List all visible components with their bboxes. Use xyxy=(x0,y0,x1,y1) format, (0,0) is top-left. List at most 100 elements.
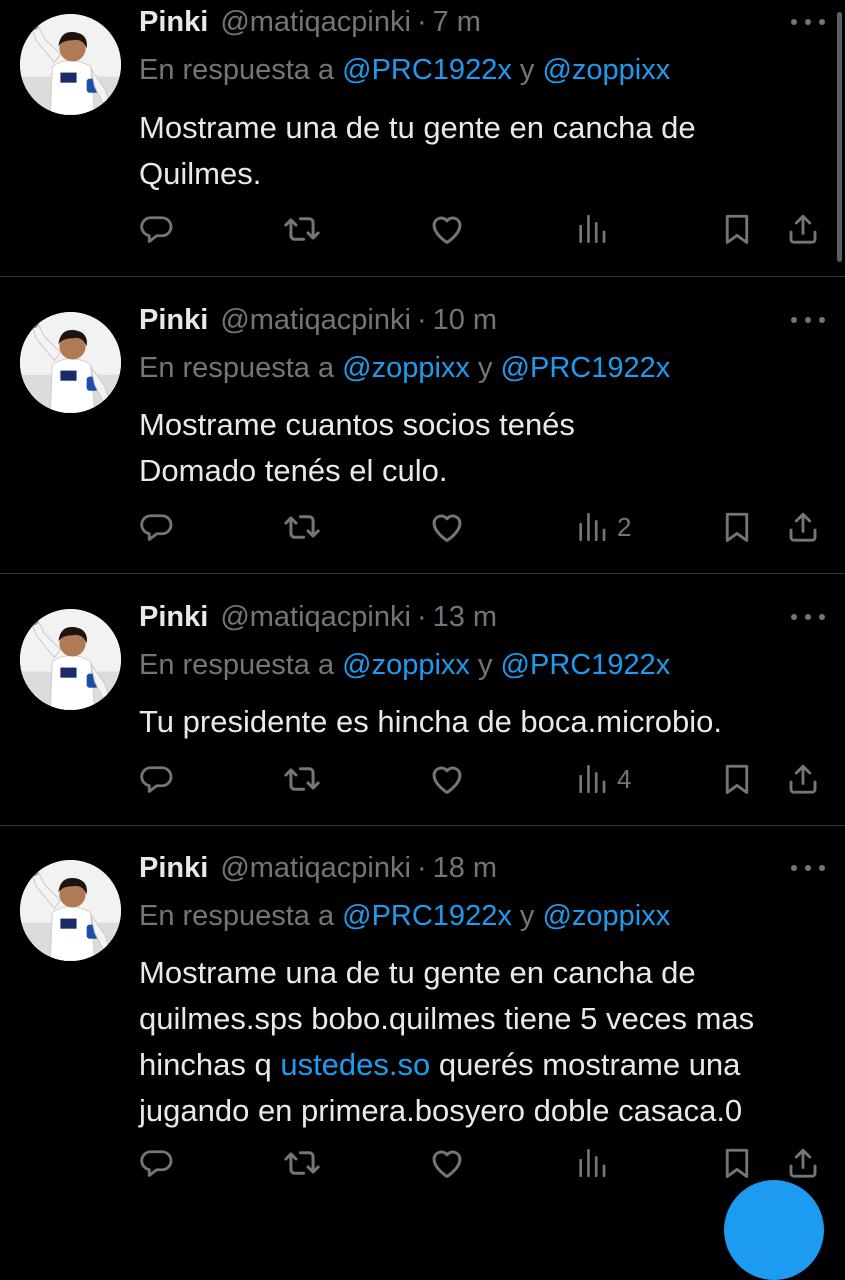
reply-and: y xyxy=(469,352,501,384)
reply-context: En respuesta a @PRC1922x y @zoppixx xyxy=(139,50,670,90)
display-name[interactable]: Pinki xyxy=(139,848,208,888)
timestamp[interactable]: 10 m xyxy=(433,300,497,340)
more-horizontal-icon[interactable] xyxy=(791,306,825,334)
avatar[interactable] xyxy=(20,609,121,710)
share-upload-icon xyxy=(785,761,821,797)
mention-link[interactable]: @PRC1922x xyxy=(501,352,671,384)
tweet-3[interactable]: Pinki @matiqacpinki · 13 m En respuesta … xyxy=(0,595,845,826)
more-horizontal-icon[interactable] xyxy=(791,854,825,882)
bookmark-button[interactable] xyxy=(719,759,755,799)
separator-dot: · xyxy=(416,304,427,336)
retweet-button[interactable] xyxy=(283,507,321,547)
views-button[interactable]: 2 xyxy=(575,507,631,547)
tweet-actions: 2 xyxy=(0,507,845,547)
views-button[interactable]: 4 xyxy=(575,759,631,799)
views-bar-chart-icon xyxy=(575,212,609,246)
user-handle[interactable]: @matiqacpinki xyxy=(220,300,411,340)
views-bar-chart-icon xyxy=(575,510,609,544)
tweet-header: Pinki @matiqacpinki · 18 m xyxy=(139,848,497,888)
reply-and: y xyxy=(469,649,501,681)
reply-button[interactable] xyxy=(138,507,174,547)
reply-prefix: En respuesta a xyxy=(139,352,343,384)
like-button[interactable] xyxy=(428,507,466,547)
mention-link[interactable]: @PRC1922x xyxy=(501,649,671,681)
display-name[interactable]: Pinki xyxy=(139,300,208,340)
avatar[interactable] xyxy=(20,860,121,961)
heart-icon xyxy=(428,210,466,248)
bookmark-icon xyxy=(719,211,755,247)
tweet-4[interactable]: Pinki @matiqacpinki · 18 m En respuesta … xyxy=(0,846,845,1200)
reply-bubble-icon xyxy=(138,1145,174,1181)
like-button[interactable] xyxy=(428,1143,466,1183)
tweet-actions xyxy=(0,1143,845,1183)
separator-dot: · xyxy=(416,6,427,38)
timestamp[interactable]: 18 m xyxy=(433,848,497,888)
url-link[interactable]: ustedes.so xyxy=(280,1047,430,1082)
reply-context: En respuesta a @zoppixx y @PRC1922x xyxy=(139,348,670,388)
reply-context: En respuesta a @PRC1922x y @zoppixx xyxy=(139,896,670,936)
timestamp[interactable]: 13 m xyxy=(433,597,497,637)
heart-icon xyxy=(428,760,466,798)
separator-dot: · xyxy=(416,601,427,633)
more-horizontal-icon[interactable] xyxy=(791,8,825,36)
tweet-1[interactable]: Pinki @matiqacpinki · 7 m En respuesta a… xyxy=(0,0,845,277)
mention-link[interactable]: @zoppixx xyxy=(542,900,670,932)
avatar-image xyxy=(20,609,121,710)
views-count: 4 xyxy=(617,763,632,794)
avatar-image xyxy=(20,312,121,413)
like-button[interactable] xyxy=(428,209,466,249)
tweet-actions: 4 xyxy=(0,759,845,799)
tweet-2[interactable]: Pinki @matiqacpinki · 10 m En respuesta … xyxy=(0,298,845,574)
reply-and: y xyxy=(511,900,543,932)
display-name[interactable]: Pinki xyxy=(139,2,208,42)
user-handle[interactable]: @matiqacpinki xyxy=(220,597,411,637)
reply-button[interactable] xyxy=(138,209,174,249)
compose-button[interactable] xyxy=(724,1180,824,1280)
share-button[interactable] xyxy=(785,209,821,249)
like-button[interactable] xyxy=(428,759,466,799)
retweet-button[interactable] xyxy=(283,1143,321,1183)
retweet-icon xyxy=(283,1144,321,1182)
bookmark-icon xyxy=(719,509,755,545)
views-button[interactable] xyxy=(575,1143,617,1183)
bookmark-button[interactable] xyxy=(719,507,755,547)
mention-link[interactable]: @zoppixx xyxy=(542,54,670,86)
retweet-icon xyxy=(283,760,321,798)
more-horizontal-icon[interactable] xyxy=(791,603,825,631)
display-name[interactable]: Pinki xyxy=(139,597,208,637)
timestamp[interactable]: 7 m xyxy=(433,2,481,42)
avatar[interactable] xyxy=(20,312,121,413)
bookmark-button[interactable] xyxy=(719,1143,755,1183)
separator-dot: · xyxy=(416,852,427,884)
mention-link[interactable]: @zoppixx xyxy=(342,649,470,681)
reply-bubble-icon xyxy=(138,211,174,247)
avatar-image xyxy=(20,860,121,961)
retweet-icon xyxy=(283,508,321,546)
share-upload-icon xyxy=(785,1145,821,1181)
mention-link[interactable]: @zoppixx xyxy=(342,352,470,384)
reply-context: En respuesta a @zoppixx y @PRC1922x xyxy=(139,645,670,685)
retweet-button[interactable] xyxy=(283,209,321,249)
reply-button[interactable] xyxy=(138,759,174,799)
share-button[interactable] xyxy=(785,759,821,799)
mention-link[interactable]: @PRC1922x xyxy=(342,54,512,86)
views-button[interactable] xyxy=(575,209,617,249)
views-bar-chart-icon xyxy=(575,762,609,796)
bookmark-button[interactable] xyxy=(719,209,755,249)
user-handle[interactable]: @matiqacpinki xyxy=(220,848,411,888)
retweet-button[interactable] xyxy=(283,759,321,799)
avatar-image xyxy=(20,14,121,115)
user-handle[interactable]: @matiqacpinki xyxy=(220,2,411,42)
share-button[interactable] xyxy=(785,1143,821,1183)
reply-bubble-icon xyxy=(138,509,174,545)
tweet-text: Mostrame una de tu gente en cancha de Qu… xyxy=(139,110,696,191)
tweet-header: Pinki @matiqacpinki · 10 m xyxy=(139,300,497,340)
tweet-text: Mostrame cuantos socios tenés Domado ten… xyxy=(139,407,575,488)
mention-link[interactable]: @PRC1922x xyxy=(342,900,512,932)
reply-button[interactable] xyxy=(138,1143,174,1183)
tweet-text: Mostrame una de tu gente en cancha de qu… xyxy=(139,950,825,1134)
share-upload-icon xyxy=(785,509,821,545)
tweet-header: Pinki @matiqacpinki · 13 m xyxy=(139,597,497,637)
avatar[interactable] xyxy=(20,14,121,115)
share-button[interactable] xyxy=(785,507,821,547)
